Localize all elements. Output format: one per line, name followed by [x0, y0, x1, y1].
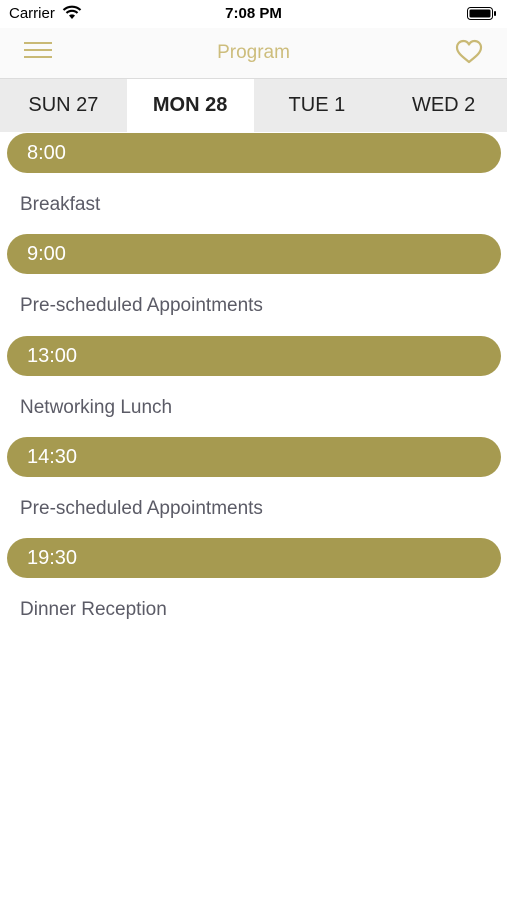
time-slot: 13:00	[7, 336, 501, 376]
event-item[interactable]: Pre-scheduled Appointments	[20, 295, 263, 317]
day-tabs: SUN 27 MON 28 TUE 1 WED 2	[0, 79, 507, 132]
time-slot: 19:30	[7, 538, 501, 578]
event-item[interactable]: Dinner Reception	[20, 599, 167, 621]
event-item[interactable]: Networking Lunch	[20, 397, 172, 419]
tab-wed-2[interactable]: WED 2	[380, 79, 507, 132]
event-item[interactable]: Breakfast	[20, 194, 100, 216]
time-slot: 14:30	[7, 437, 501, 477]
time-slot: 9:00	[7, 234, 501, 274]
heart-icon[interactable]	[455, 38, 483, 66]
status-bar: Carrier 7:08 PM	[0, 0, 507, 28]
event-item[interactable]: Pre-scheduled Appointments	[20, 498, 263, 520]
page-title: Program	[217, 42, 290, 63]
time-slot: 8:00	[7, 133, 501, 173]
nav-bar: Program	[0, 28, 507, 79]
tab-mon-28[interactable]: MON 28	[126, 79, 254, 132]
tab-sun-27[interactable]: SUN 27	[0, 79, 127, 132]
status-time: 7:08 PM	[225, 5, 282, 22]
tab-tue-1[interactable]: TUE 1	[254, 79, 381, 132]
battery-icon	[467, 7, 496, 20]
